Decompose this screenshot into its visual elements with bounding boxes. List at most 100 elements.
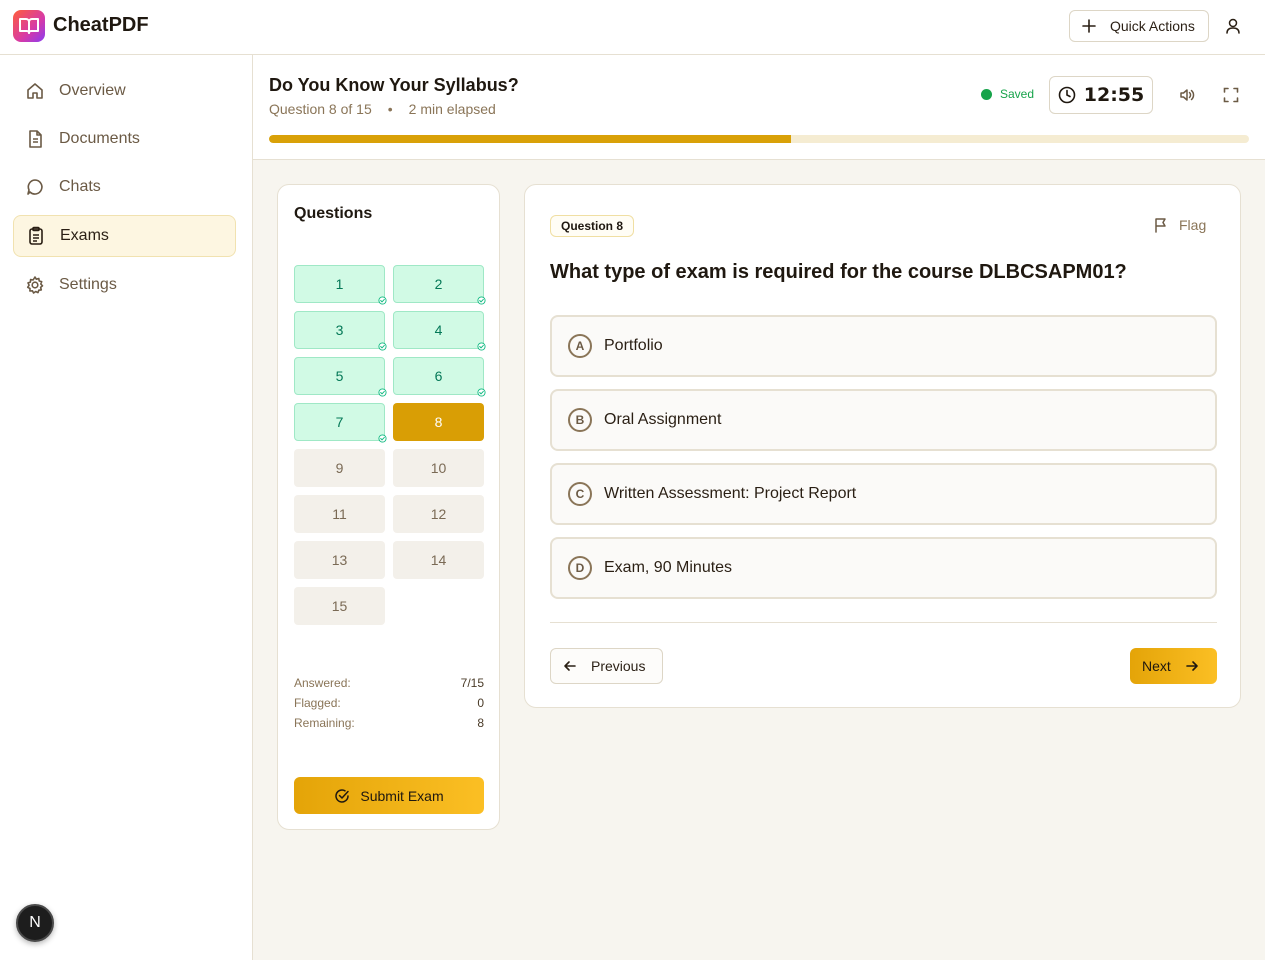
stat-value: 8 [477, 716, 484, 730]
flag-button[interactable]: Flag [1153, 217, 1206, 233]
option-letter: A [568, 334, 592, 358]
elapsed-time: 2 min elapsed [408, 101, 496, 117]
exam-progress-bar [269, 135, 1249, 143]
stat-flagged: Flagged: 0 [294, 693, 484, 713]
answer-option-b[interactable]: B Oral Assignment [550, 389, 1217, 451]
questions-panel-title: Questions [294, 205, 373, 222]
question-cell-13[interactable]: 13 [294, 541, 385, 579]
timer-value: 12:55 [1083, 84, 1145, 106]
answer-option-d[interactable]: D Exam, 90 Minutes [550, 537, 1217, 599]
chat-icon [27, 179, 43, 195]
quick-actions-label: Quick Actions [1110, 18, 1195, 34]
sidebar-item-label: Documents [59, 130, 140, 147]
stat-remaining: Remaining: 8 [294, 713, 484, 733]
question-cell-number: 2 [434, 276, 443, 292]
answer-option-a[interactable]: A Portfolio [550, 315, 1217, 377]
clipboard-icon [29, 226, 43, 245]
option-text: Written Assessment: Project Report [604, 485, 857, 502]
saved-dot-icon [981, 88, 992, 100]
user-icon[interactable] [1224, 17, 1242, 35]
option-letter: D [568, 556, 592, 580]
question-cell-5[interactable]: 5 [294, 357, 387, 397]
option-text: Oral Assignment [604, 411, 722, 428]
saved-label: Saved [1000, 87, 1035, 101]
option-letter: C [568, 482, 592, 506]
submit-exam-label: Submit Exam [360, 787, 444, 804]
question-cell-number: 3 [335, 322, 344, 338]
question-cell-number: 9 [335, 460, 344, 476]
exam-progress-fill [269, 135, 792, 143]
question-cell-4[interactable]: 4 [393, 311, 486, 351]
dev-tools-badge[interactable]: N [16, 904, 54, 942]
questions-panel: Questions 1 2 3 4 5 6 7 8 9 10 11 12 13 14 15 Answered… [277, 184, 500, 830]
question-cell-14[interactable]: 14 [393, 541, 484, 579]
question-cell-number: 14 [430, 552, 447, 568]
flag-label: Flag [1179, 217, 1207, 233]
question-cell-15[interactable]: 15 [294, 587, 385, 625]
question-text: What type of exam is required for the co… [550, 261, 1127, 283]
question-cell-number: 13 [331, 552, 348, 568]
answered-check-icon [477, 296, 486, 305]
stat-value: 7/15 [460, 676, 484, 690]
question-cell-number: 10 [430, 460, 447, 476]
question-cell-6[interactable]: 6 [393, 357, 486, 397]
stat-value: 0 [477, 696, 484, 710]
flag-icon [1155, 218, 1166, 233]
question-cell-number: 12 [430, 506, 447, 522]
meta-separator: • [387, 101, 393, 117]
next-label: Next [1142, 658, 1171, 674]
exam-title: Do You Know Your Syllabus? [269, 75, 519, 95]
sidebar-item-overview[interactable]: Overview [13, 70, 236, 112]
sidebar-item-exams[interactable]: Exams [13, 215, 236, 257]
volume-icon[interactable] [1178, 86, 1196, 104]
sidebar-item-settings[interactable]: Settings [13, 264, 236, 306]
document-icon [29, 130, 42, 148]
timer: 12:55 [1049, 76, 1153, 114]
question-cell-3[interactable]: 3 [294, 311, 387, 351]
answered-check-icon [378, 342, 387, 351]
arrow-left-icon [564, 661, 576, 671]
question-cell-10[interactable]: 10 [393, 449, 484, 487]
arrow-right-icon [1185, 661, 1198, 671]
question-cell-number: 6 [434, 368, 443, 384]
check-circle-icon [335, 788, 350, 803]
app-name[interactable]: CheatPDF [53, 14, 149, 37]
question-cell-number: 7 [335, 414, 344, 430]
sidebar-item-documents[interactable]: Documents [13, 118, 236, 160]
question-progress-text: Question 8 of 15 [269, 101, 372, 117]
question-grid: 1 2 3 4 5 6 7 8 9 10 11 12 13 14 15 [294, 265, 486, 625]
question-cell-number: 8 [434, 414, 443, 430]
exam-header: Do You Know Your Syllabus? Question 8 of… [253, 55, 1265, 160]
question-cell-1[interactable]: 1 [294, 265, 387, 305]
question-cell-number: 11 [332, 506, 347, 522]
stat-label: Flagged: [294, 696, 341, 710]
stat-label: Answered: [294, 676, 351, 690]
stat-answered: Answered: 7/15 [294, 673, 484, 693]
home-icon [27, 83, 43, 99]
quick-actions-button[interactable]: Quick Actions [1069, 10, 1209, 42]
answered-check-icon [378, 296, 387, 305]
top-bar: CheatPDF Quick Actions [0, 0, 1265, 55]
fullscreen-icon[interactable] [1222, 86, 1240, 104]
sidebar-item-label: Overview [59, 82, 126, 99]
clock-icon [1058, 86, 1076, 104]
option-text: Exam, 90 Minutes [604, 559, 733, 576]
question-cell-11[interactable]: 11 [294, 495, 385, 533]
sidebar-item-chats[interactable]: Chats [13, 166, 236, 208]
previous-label: Previous [591, 658, 646, 674]
plus-icon [1082, 19, 1096, 33]
question-cell-9[interactable]: 9 [294, 449, 385, 487]
exam-stats: Answered: 7/15 Flagged: 0 Remaining: 8 [294, 673, 484, 733]
question-cell-2[interactable]: 2 [393, 265, 486, 305]
question-cell-7[interactable]: 7 [294, 403, 387, 443]
question-cell-12[interactable]: 12 [393, 495, 484, 533]
saved-status: Saved [981, 87, 1034, 101]
previous-button[interactable]: Previous [550, 648, 663, 684]
answer-option-c[interactable]: C Written Assessment: Project Report [550, 463, 1217, 525]
next-button[interactable]: Next [1130, 648, 1217, 684]
submit-exam-button[interactable]: Submit Exam [294, 777, 484, 814]
book-logo-icon[interactable] [13, 10, 45, 42]
answered-check-icon [477, 388, 486, 397]
question-cell-8[interactable]: 8 [393, 403, 484, 441]
question-cell-number: 1 [335, 276, 344, 292]
